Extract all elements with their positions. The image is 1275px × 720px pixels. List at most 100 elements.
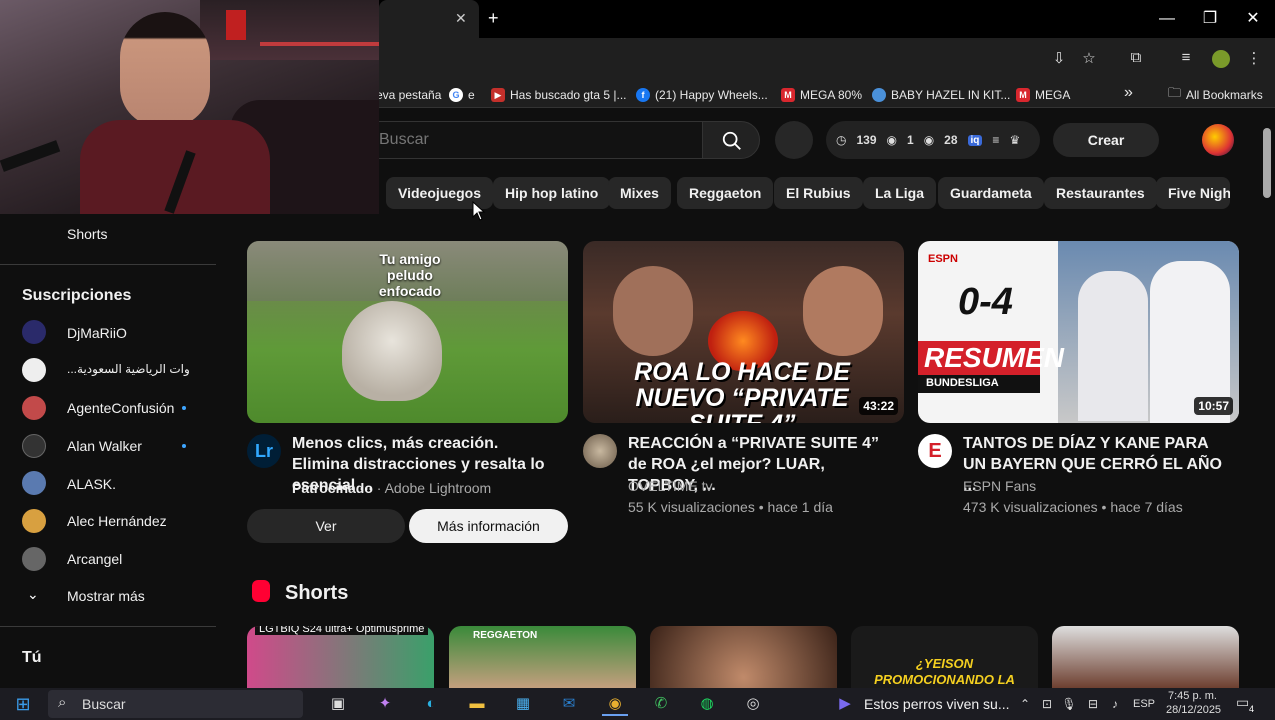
short-thumbnail[interactable]: ¿YEISON PROMOCIONANDO LA HOMOSENSUALIDAD… [851,626,1038,690]
chip-el-rubius[interactable]: El Rubius [774,177,863,209]
chip-hip-hop-latino[interactable]: Hip hop latino [493,177,611,209]
sidebar-sub-item[interactable]: Alan Walker [67,438,142,454]
facebook-icon: f [636,88,650,102]
channel-name[interactable]: · Adobe Lightroom [377,480,491,496]
chip-la-liga[interactable]: La Liga [863,177,937,209]
language-indicator[interactable]: ESP [1133,698,1155,710]
sidebar-sub-item[interactable]: DjMaRiiO [67,325,127,341]
search-button[interactable] [702,121,760,159]
sidebar-sub-item[interactable]: ALASK. [67,476,116,492]
short-thumbnail[interactable] [650,626,837,690]
profile-icon[interactable] [1212,50,1230,68]
chip-five-nights[interactable]: Five Nigh [1156,177,1230,209]
ver-button[interactable]: Ver [247,509,405,543]
chip-reggaeton[interactable]: Reggaeton [677,177,774,209]
store-icon[interactable]: ▦ [510,692,536,716]
search-icon: ⌕ [58,694,67,711]
tab-close-icon[interactable]: ✕ [455,10,467,27]
avatar [22,358,46,382]
channel-avatar[interactable]: E [918,434,952,468]
channel-name[interactable]: ESPN Fans [963,478,1036,494]
clock-time[interactable]: 7:45 p. m. [1168,690,1217,702]
volume-icon[interactable]: ♪ [1102,692,1128,716]
short-caption: REGGAETON [473,630,538,641]
sidebar-sub-item[interactable]: Arcangel [67,551,122,567]
short-thumbnail[interactable]: REGGAETON [449,626,636,690]
extension-stats-bar[interactable]: ◷ 139 ◉ 1 ◉ 28 iq ≡ ♛ [826,121,1040,159]
avatar [22,396,46,420]
active-tab[interactable]: ✕ [379,0,479,38]
all-bookmarks[interactable]: 🗀 All Bookmarks [1168,85,1263,104]
short-caption: ¿YEISON PROMOCIONANDO LA HOMOSENSUALIDAD… [873,656,1015,690]
task-view-icon[interactable]: ▣ [325,692,351,716]
notification-center-icon[interactable]: ▭ [1236,694,1249,711]
sidebar-sub-item[interactable]: Alec Hernández [67,513,167,529]
chip-restaurantes[interactable]: Restaurantes [1044,177,1157,209]
shorts-logo-icon [252,580,270,602]
bookmark-item[interactable]: Ge [449,86,475,104]
list-icon[interactable]: ≡ [992,133,999,147]
bookmark-item[interactable]: M MEGA 80% [781,86,862,104]
short-thumbnail[interactable] [1052,626,1239,690]
copilot-icon[interactable]: ✦ [372,692,398,716]
media-play-icon[interactable]: ▶ [832,692,858,716]
chrome-icon[interactable]: ◉ [602,692,628,716]
sidebar-item-shorts[interactable]: Shorts [67,226,107,242]
extensions-icon[interactable]: ⧉ [1125,49,1147,66]
bookmark-item[interactable]: eva pestaña [376,86,441,104]
video-thumbnail[interactable]: ROA LO HACE DE NUEVO “PRIVATE SUITE 4” 4… [583,241,904,423]
install-app-icon[interactable]: ⇩ [1048,49,1070,67]
sidebar-sub-item[interactable]: AgenteConfusión [67,400,174,416]
taskbar-notification[interactable]: Estos perros viven su... [864,696,1010,712]
taskbar-search[interactable]: ⌕ Buscar [48,690,303,718]
bookmark-star-icon[interactable]: ☆ [1078,49,1100,67]
video-meta: 473 K visualizaciones • hace 7 días [963,499,1183,515]
page-scrollbar[interactable] [1263,128,1271,198]
menu-kebab-icon[interactable]: ⋮ [1243,49,1265,67]
trophy-icon[interactable]: ♛ [1009,133,1020,147]
chip-guardameta[interactable]: Guardameta [938,177,1044,209]
sidebar-sub-item[interactable]: ...وات الرياضية السعودية [67,362,190,376]
search-input[interactable] [379,131,679,149]
video-thumbnail[interactable]: ESPN 0-4 RESUMEN BUNDESLIGA 10:57 [918,241,1239,423]
new-tab-icon[interactable]: + [488,8,499,29]
mouse-cursor-icon [472,201,486,221]
more-info-button[interactable]: Más información [409,509,568,543]
minimize-icon[interactable]: — [1155,8,1179,30]
clock-date[interactable]: 28/12/2025 [1166,704,1221,716]
bookmark-item[interactable]: M MEGA [1016,86,1070,104]
whatsapp-icon[interactable]: ✆ [648,692,674,716]
windows-start-icon[interactable]: ⊞ [10,692,36,716]
voice-search-button[interactable] [775,121,813,159]
obs-icon[interactable]: ◎ [740,692,766,716]
channel-avatar[interactable]: Lr [247,434,281,468]
bookmark-item[interactable]: BABY HAZEL IN KIT... [872,86,1010,104]
short-thumbnail[interactable]: LGTBIQ S24 ultra+ Optimusprime [247,626,434,690]
user-avatar[interactable] [1202,124,1234,156]
video-thumbnail[interactable]: Tu amigo peludo enfocado [247,241,568,423]
microphone-icon[interactable]: 🎙 [1056,692,1082,716]
spotify-icon[interactable]: ◍ [694,692,720,716]
restore-icon[interactable]: ❐ [1198,8,1222,30]
chip-mixes[interactable]: Mixes [608,177,671,209]
close-window-icon[interactable]: ✕ [1241,8,1265,30]
thumbnail-text: Tu amigo peludo enfocado [378,251,442,299]
channel-name[interactable]: OVELTIME tv [628,478,713,494]
extension-icon[interactable]: iq [967,134,983,146]
edge-icon[interactable]: ◐ [418,692,444,716]
media-control-icon[interactable]: ≡ [1175,49,1197,66]
thumbnail-sub: BUNDESLIGA [926,377,999,389]
file-explorer-icon[interactable]: ▬ [464,692,490,716]
more-bookmarks-icon[interactable]: » [1124,84,1133,102]
channel-avatar[interactable] [583,434,617,468]
bookmark-item[interactable]: f (21) Happy Wheels... [636,86,768,104]
avatar [22,320,46,344]
bookmark-item[interactable]: ▶ Has buscado gta 5 |... [491,86,627,104]
subscriptions-heading[interactable]: Suscripciones [22,287,131,305]
show-more-button[interactable]: Mostrar más [67,588,145,604]
outlook-icon[interactable]: ✉ [556,692,582,716]
create-button[interactable]: Crear [1053,123,1159,157]
stat-views1: 1 [907,133,914,147]
you-heading[interactable]: Tú [22,649,42,667]
new-content-dot [182,406,186,410]
